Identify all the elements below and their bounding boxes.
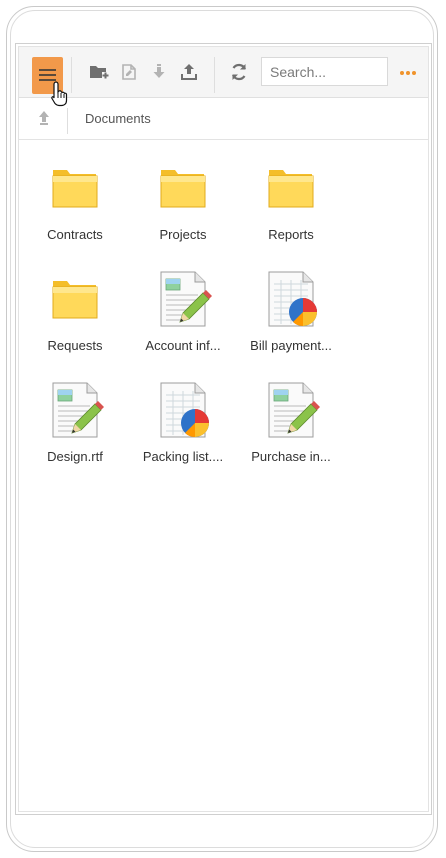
more-options-button[interactable]	[400, 69, 420, 77]
grid-item-folder[interactable]: Requests	[23, 270, 127, 370]
grid-item-document[interactable]: Purchase in...	[239, 381, 343, 481]
grid-item-document[interactable]: Design.rtf	[23, 381, 127, 481]
refresh-icon[interactable]	[227, 60, 251, 84]
item-label: Requests	[47, 338, 103, 353]
grid-item-folder[interactable]: Projects	[131, 159, 235, 259]
path-bar: Documents	[19, 98, 428, 140]
toolbar-separator	[214, 57, 215, 93]
folder-icon	[52, 170, 98, 208]
breadcrumb-documents[interactable]: Documents	[85, 111, 151, 126]
item-label: Packing list....	[142, 449, 224, 464]
item-label: Contracts	[47, 227, 103, 242]
spreadsheet-chart-icon	[268, 271, 317, 327]
grid-item-folder[interactable]: Contracts	[23, 159, 127, 259]
file-manager-inner: Documents Contracts Projects	[18, 46, 429, 812]
spreadsheet-chart-icon	[160, 382, 209, 438]
rename-icon[interactable]	[117, 60, 141, 84]
document-edit-icon	[268, 382, 320, 438]
new-folder-icon[interactable]	[87, 60, 111, 84]
toolbar	[19, 47, 428, 98]
item-label: Projects	[159, 227, 207, 242]
grid-item-document[interactable]: Account inf...	[131, 270, 235, 370]
grid-item-folder[interactable]: Reports	[239, 159, 343, 259]
document-edit-icon	[52, 382, 104, 438]
folder-icon	[268, 170, 314, 208]
file-manager: Documents Contracts Projects	[15, 43, 432, 815]
item-label: Design.rtf	[47, 449, 103, 464]
item-label: Purchase in...	[251, 449, 331, 464]
search-input[interactable]	[261, 57, 388, 86]
folder-icon	[52, 281, 98, 319]
grid-item-spreadsheet[interactable]: Packing list....	[131, 381, 235, 481]
arrow-up-icon[interactable]	[35, 109, 53, 127]
grid-item-spreadsheet[interactable]: Bill payment...	[239, 270, 343, 370]
path-separator	[67, 108, 68, 134]
item-label: Reports	[268, 227, 314, 242]
document-edit-icon	[160, 271, 212, 327]
toolbar-separator	[71, 57, 72, 93]
item-label: Account inf...	[145, 338, 221, 353]
menu-button[interactable]	[32, 57, 63, 94]
upload-icon[interactable]	[177, 60, 201, 84]
item-label: Bill payment...	[250, 338, 332, 353]
folder-icon	[160, 170, 206, 208]
download-icon[interactable]	[147, 60, 171, 84]
